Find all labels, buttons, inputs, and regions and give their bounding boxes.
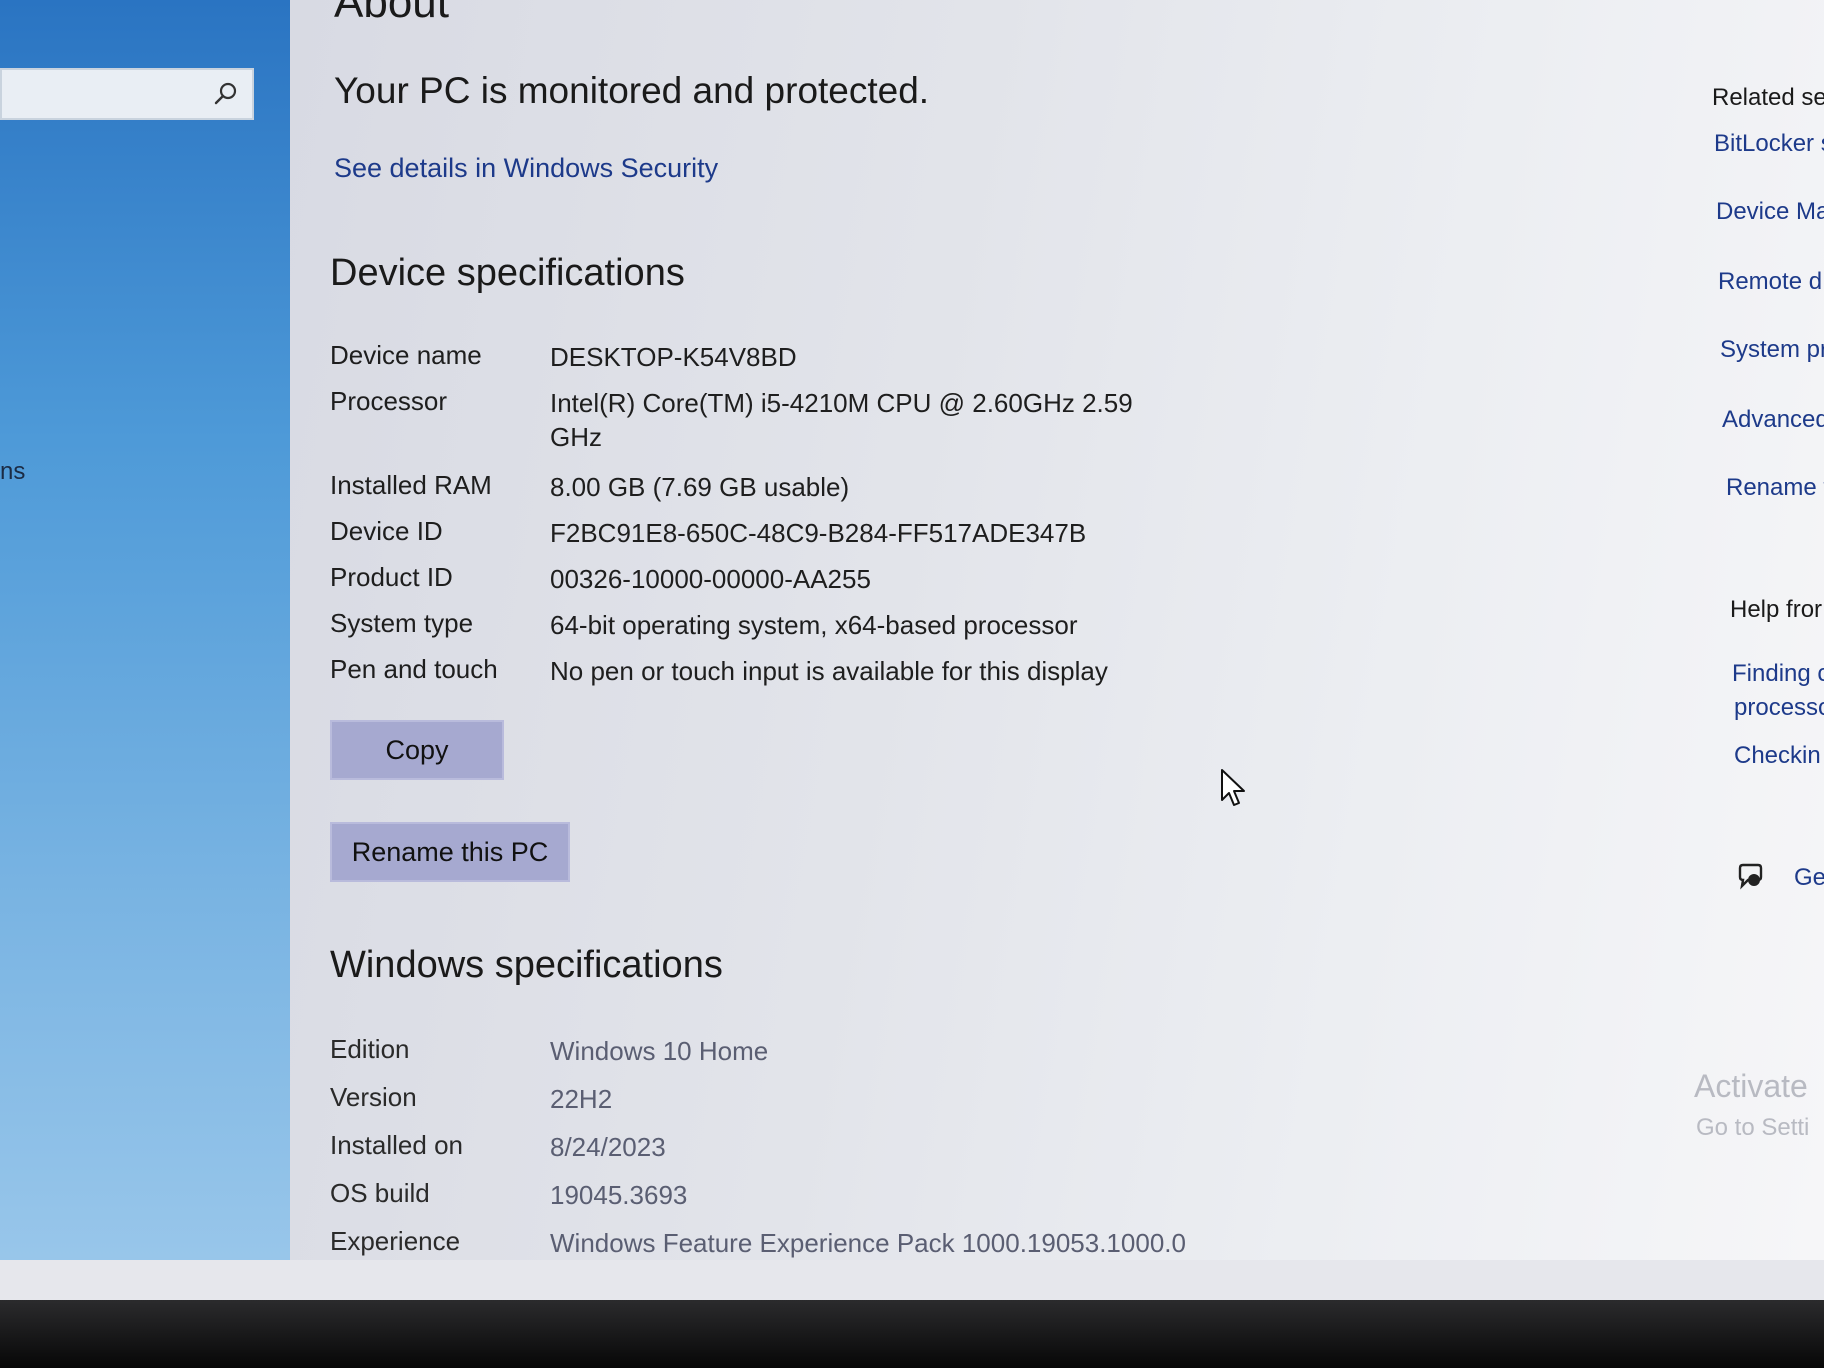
- spec-value: No pen or touch input is available for t…: [550, 656, 1108, 686]
- feedback-icon[interactable]: [1736, 862, 1766, 892]
- activate-watermark-subtitle: Go to Setti: [1696, 1114, 1810, 1141]
- nav-pane: ns: [0, 0, 290, 1260]
- spec-label: Installed on: [330, 1130, 463, 1160]
- help-heading: Help fror: [1730, 596, 1823, 623]
- rename-pc-button[interactable]: Rename this PC: [330, 822, 570, 882]
- spec-label: Installed RAM: [330, 470, 492, 500]
- protection-message: Your PC is monitored and protected.: [334, 70, 930, 111]
- search-input[interactable]: [0, 68, 254, 120]
- windows-security-link[interactable]: See details in Windows Security: [334, 153, 718, 184]
- help-link-checking[interactable]: Checkin: [1734, 742, 1821, 770]
- spec-value: Windows Feature Experience Pack 1000.190…: [550, 1228, 1186, 1258]
- spec-value: Windows 10 Home: [550, 1036, 769, 1066]
- spec-label: Product ID: [330, 562, 453, 592]
- search-icon[interactable]: [212, 80, 240, 108]
- related-link-device-manager[interactable]: Device Ma: [1716, 198, 1824, 226]
- spec-value: F2BC91E8-650C-48C9-B284-FF517ADE347B: [550, 518, 1087, 548]
- device-specs-heading: Device specifications: [330, 252, 685, 294]
- monitor-bezel: [0, 1300, 1824, 1368]
- activate-watermark-title: Activate: [1694, 1068, 1808, 1104]
- spec-label: Experience: [330, 1226, 461, 1256]
- feedback-link[interactable]: Ge: [1794, 864, 1824, 892]
- mouse-cursor-icon: [1221, 769, 1245, 806]
- spec-label: Device name: [330, 340, 482, 370]
- spec-value: 00326-10000-00000-AA255: [550, 564, 871, 594]
- spec-label: Device ID: [330, 516, 443, 546]
- spec-value: 8/24/2023: [550, 1132, 666, 1162]
- spec-value: 19045.3693: [550, 1180, 688, 1210]
- settings-window: ns About Your PC is monitored and protec…: [0, 0, 1824, 1310]
- spec-value: 8.00 GB (7.69 GB usable): [550, 472, 850, 502]
- related-link-system-protection[interactable]: System pr: [1720, 336, 1824, 364]
- nav-item-partial[interactable]: ns: [0, 458, 25, 486]
- related-settings-heading: Related set: [1712, 84, 1824, 111]
- spec-label: OS build: [330, 1178, 430, 1208]
- related-link-bitlocker[interactable]: BitLocker s: [1714, 130, 1824, 158]
- related-link-rename[interactable]: Rename t: [1726, 474, 1824, 502]
- spec-label: Edition: [330, 1034, 410, 1064]
- spec-label: Pen and touch: [330, 654, 498, 684]
- help-link-processor[interactable]: processo: [1734, 694, 1824, 722]
- spec-value: 22H2: [550, 1084, 613, 1114]
- help-link-finding[interactable]: Finding c: [1732, 660, 1824, 688]
- main-content: About Your PC is monitored and protected…: [290, 0, 1824, 1260]
- spec-label: Processor: [330, 386, 448, 416]
- related-link-remote-desktop[interactable]: Remote d: [1718, 268, 1822, 296]
- spec-label: Version: [330, 1082, 417, 1112]
- spec-value: DESKTOP-K54V8BD: [550, 342, 797, 372]
- spec-label: System type: [330, 608, 474, 638]
- spec-value: Intel(R) Core(TM) i5-4210M CPU @ 2.60GHz…: [550, 388, 1133, 452]
- related-link-advanced[interactable]: Advanced: [1722, 406, 1824, 434]
- page-title: About: [334, 0, 449, 27]
- copy-button[interactable]: Copy: [330, 720, 504, 780]
- windows-specs-heading: Windows specifications: [330, 944, 723, 986]
- spec-value: 64-bit operating system, x64-based proce…: [550, 610, 1078, 640]
